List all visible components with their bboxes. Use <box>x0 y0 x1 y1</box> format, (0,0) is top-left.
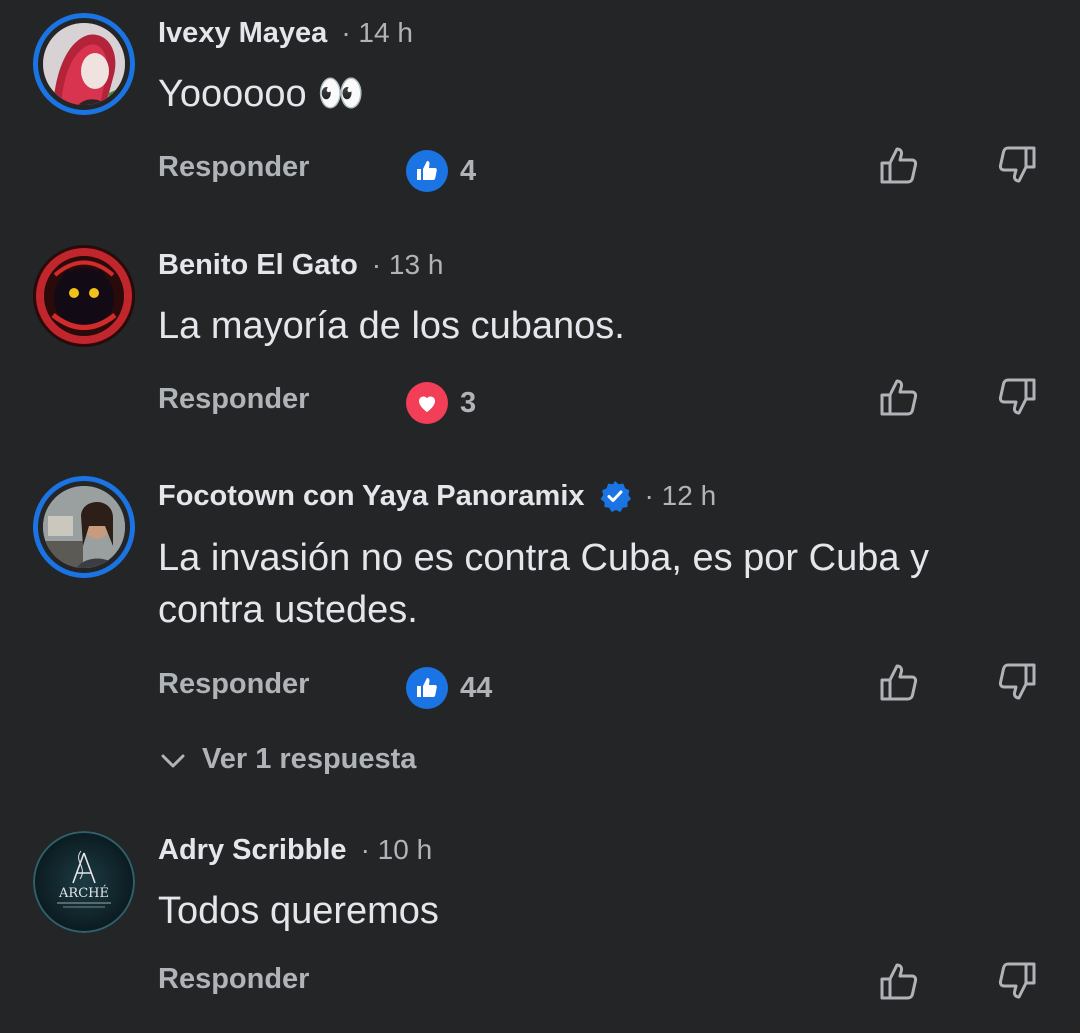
reaction-summary[interactable]: 4 <box>406 149 476 193</box>
thumbs-up-outline-icon[interactable] <box>878 660 922 704</box>
author-name[interactable]: Adry Scribble <box>158 834 347 867</box>
avatar-photo: ARCHÉ <box>33 831 135 933</box>
comment-timestamp[interactable]: · 10 h <box>361 834 433 866</box>
comment-header: Adry Scribble · 10 h <box>158 832 432 868</box>
reaction-count: 3 <box>460 386 477 419</box>
comment-header: Ivexy Mayea · 14 h <box>158 15 413 51</box>
comment-text: Yoooooo 👀 <box>158 73 365 115</box>
avatar[interactable] <box>33 476 135 578</box>
reply-button[interactable]: Responder <box>158 383 309 416</box>
comment-timestamp[interactable]: · 14 h <box>341 17 413 49</box>
avatar-photo <box>43 486 125 568</box>
reaction-summary[interactable]: 44 <box>406 666 492 710</box>
avatar-logo-text: ARCHÉ <box>58 885 109 901</box>
comment-header: Focotown con Yaya Panoramix · 12 h <box>158 478 716 514</box>
author-name[interactable]: Benito El Gato <box>158 249 358 282</box>
thumbs-down-outline-icon[interactable] <box>994 143 1038 187</box>
comment-timestamp[interactable]: · 13 h <box>372 249 444 281</box>
verified-badge-icon <box>599 480 631 512</box>
thumbs-up-outline-icon[interactable] <box>878 375 922 419</box>
author-name[interactable]: Ivexy Mayea <box>158 17 327 50</box>
thumbs-up-reaction-icon <box>406 150 448 192</box>
thumbs-up-outline-icon[interactable] <box>878 959 922 1003</box>
comment-header: Benito El Gato · 13 h <box>158 247 443 283</box>
comment-timestamp[interactable]: · 12 h <box>645 480 717 512</box>
thumbs-down-outline-icon[interactable] <box>994 959 1038 1003</box>
thumbs-down-outline-icon[interactable] <box>994 375 1038 419</box>
avatar[interactable] <box>33 245 135 347</box>
comment-text: La mayoría de los cubanos. <box>158 305 625 347</box>
reaction-count: 4 <box>460 154 477 187</box>
author-name[interactable]: Focotown con Yaya Panoramix <box>158 480 585 513</box>
comment-text: La invasión no es contra Cuba, es por Cu… <box>158 537 930 631</box>
avatar-photo <box>33 245 135 347</box>
reply-button[interactable]: Responder <box>158 151 309 184</box>
view-replies-label: Ver 1 respuesta <box>202 743 417 775</box>
thumbs-down-outline-icon[interactable] <box>994 660 1038 704</box>
reply-button[interactable]: Responder <box>158 963 309 996</box>
avatar[interactable] <box>33 13 135 115</box>
thumbs-up-outline-icon[interactable] <box>878 143 922 187</box>
view-replies-button[interactable]: Ver 1 respuesta <box>158 743 416 776</box>
reaction-summary[interactable]: 3 <box>406 381 476 425</box>
reply-button[interactable]: Responder <box>158 668 309 701</box>
avatar-photo <box>43 23 125 105</box>
reaction-count: 44 <box>460 671 493 704</box>
thumbs-up-reaction-icon <box>406 667 448 709</box>
heart-reaction-icon <box>406 382 448 424</box>
avatar[interactable]: ARCHÉ <box>33 831 135 933</box>
comment-text: Todos queremos <box>158 890 439 932</box>
chevron-down-icon <box>158 745 188 775</box>
